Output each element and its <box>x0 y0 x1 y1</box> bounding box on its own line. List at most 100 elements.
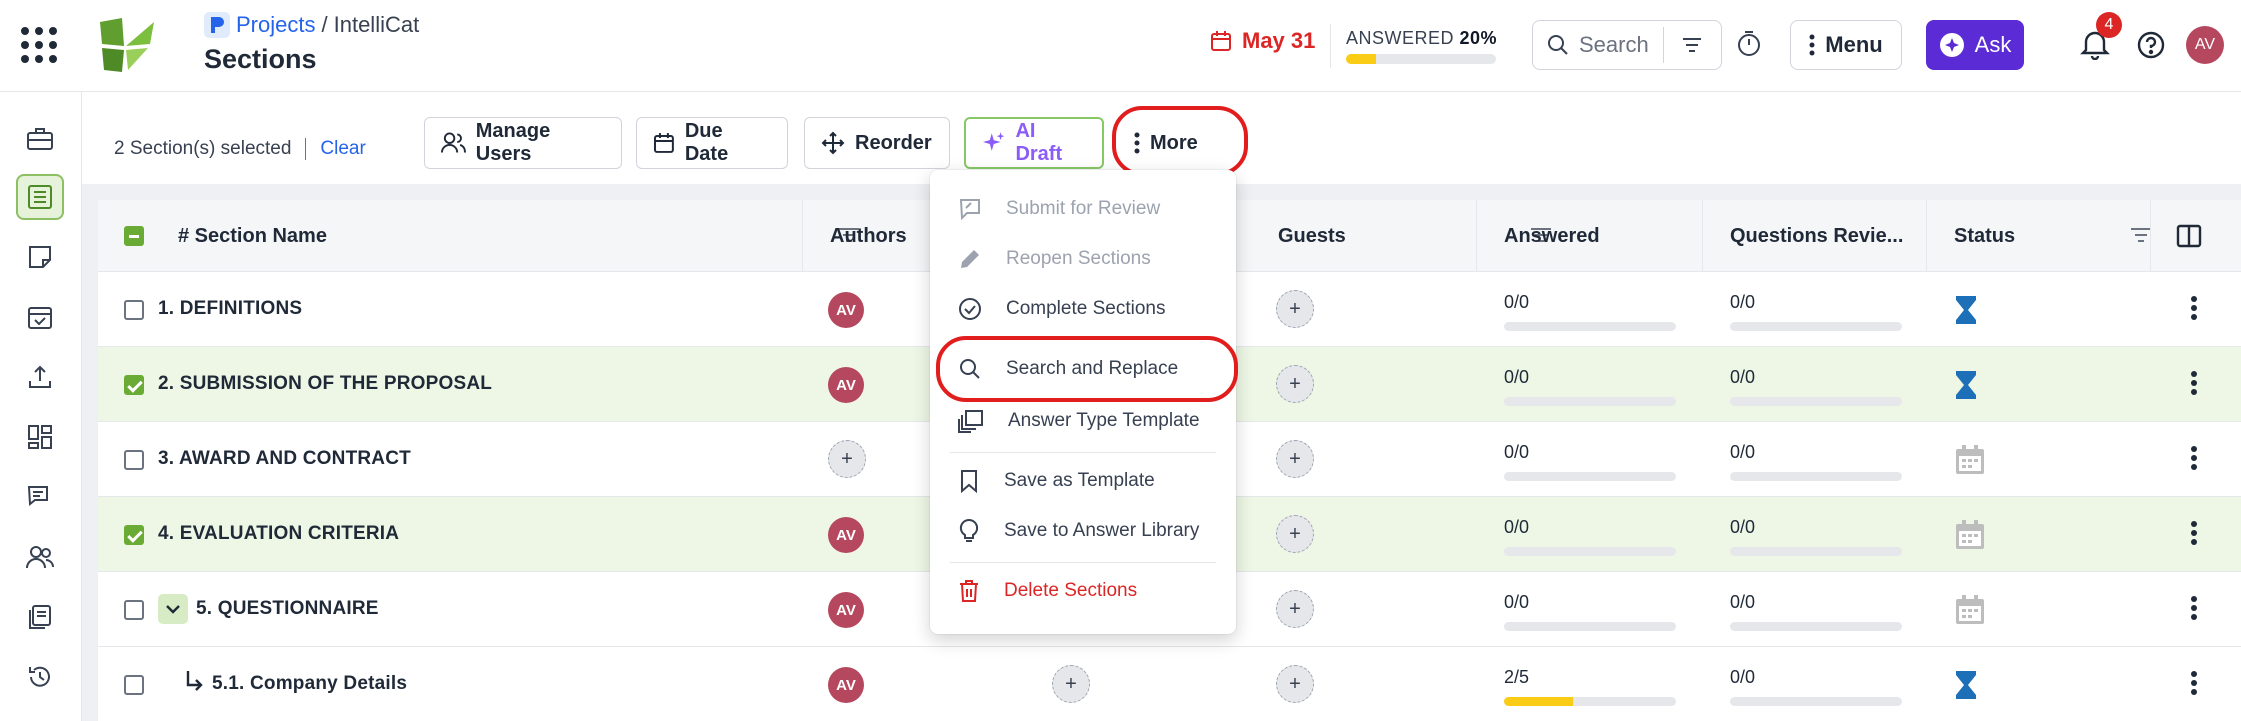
sidebar-item-notes[interactable] <box>16 234 64 280</box>
row-actions-kebab-icon[interactable] <box>2190 594 2198 622</box>
reorder-button[interactable]: Reorder <box>804 117 950 169</box>
section-name[interactable]: 4. EVALUATION CRITERIA <box>158 523 399 545</box>
section-name[interactable]: 1. DEFINITIONS <box>158 298 302 320</box>
menu-item-answer-type-template[interactable]: Answer Type Template <box>930 396 1236 446</box>
user-avatar[interactable]: AV <box>2186 26 2224 64</box>
search-icon <box>1548 35 1568 55</box>
move-arrows-icon <box>821 131 845 155</box>
add-reviewer-button[interactable]: + <box>1052 665 1090 703</box>
filter-icon[interactable] <box>1681 35 1703 55</box>
author-avatar[interactable]: AV <box>828 592 864 628</box>
row-actions-kebab-icon[interactable] <box>2190 519 2198 547</box>
hourglass-status-icon[interactable] <box>1954 294 1978 326</box>
timer-icon[interactable] <box>1736 30 1762 58</box>
row-checkbox[interactable] <box>124 375 144 395</box>
column-status[interactable]: Status <box>1954 200 2176 272</box>
search-divider <box>1663 27 1664 63</box>
add-guest-button[interactable]: + <box>1276 440 1314 478</box>
row-actions-kebab-icon[interactable] <box>2190 444 2198 472</box>
sidebar-item-calendar[interactable] <box>16 294 64 340</box>
add-guest-button[interactable]: + <box>1276 365 1314 403</box>
menu-item-save-as-template[interactable]: Save as Template <box>930 456 1236 506</box>
add-guest-button[interactable]: + <box>1276 515 1314 553</box>
reorder-label: Reorder <box>855 131 932 154</box>
section-name[interactable]: 2. SUBMISSION OF THE PROPOSAL <box>158 373 492 395</box>
menu-item-delete-sections[interactable]: Delete Sections <box>930 566 1236 616</box>
author-avatar[interactable]: AV <box>828 517 864 553</box>
calendar-status-icon[interactable] <box>1954 444 1986 476</box>
section-name[interactable]: 3. AWARD AND CONTRACT <box>158 448 411 470</box>
column-guests-label: Guests <box>1278 224 1346 247</box>
row-checkbox[interactable] <box>124 450 144 470</box>
author-avatar[interactable]: AV <box>828 292 864 328</box>
sidebar-item-sections[interactable] <box>16 174 64 220</box>
add-guest-button[interactable]: + <box>1276 590 1314 628</box>
add-author-button[interactable]: + <box>828 440 866 478</box>
answered-percent: 20% <box>1459 28 1498 48</box>
row-actions-kebab-icon[interactable] <box>2190 669 2198 697</box>
ai-draft-button[interactable]: AI Draft <box>964 117 1104 169</box>
section-name[interactable]: 5. QUESTIONNAIRE <box>196 598 379 620</box>
hourglass-status-icon[interactable] <box>1954 369 1978 401</box>
app-grid-icon[interactable] <box>18 24 58 64</box>
comments-icon <box>27 486 48 506</box>
column-section-name[interactable]: # Section Name <box>178 200 884 272</box>
search-box[interactable] <box>1532 20 1722 70</box>
manage-users-button[interactable]: Manage Users <box>424 117 622 169</box>
section-name[interactable]: 5.1. Company Details <box>212 673 407 695</box>
author-avatar[interactable]: AV <box>828 367 864 403</box>
calendar-status-icon[interactable] <box>1954 519 1986 551</box>
row-checkbox[interactable] <box>124 525 144 545</box>
menu-item-label: Save as Template <box>1004 470 1155 491</box>
calendar-check-icon <box>28 307 52 329</box>
reviewed-count: 0/0 <box>1730 367 1756 387</box>
reviewed-count: 0/0 <box>1730 517 1756 537</box>
select-all-checkbox[interactable] <box>124 226 144 246</box>
menu-item-complete-sections[interactable]: Complete Sections <box>930 284 1236 334</box>
menu-item-save-to-answer-library[interactable]: Save to Answer Library <box>930 506 1236 556</box>
expand-toggle[interactable] <box>158 594 188 624</box>
help-icon[interactable] <box>2136 30 2166 60</box>
add-guest-button[interactable]: + <box>1276 665 1314 703</box>
answered-progress-bar <box>1504 622 1676 631</box>
menu-item-reopen-sections[interactable]: Reopen Sections <box>930 234 1236 284</box>
reviewed-progress-bar <box>1730 622 1902 631</box>
row-checkbox[interactable] <box>124 675 144 695</box>
sidebar-item-users[interactable] <box>16 534 64 580</box>
hourglass-status-icon[interactable] <box>1954 669 1978 701</box>
users-icon <box>26 546 54 569</box>
top-header: Projects / IntelliCat Sections May 31 AN… <box>0 0 2241 92</box>
row-actions-kebab-icon[interactable] <box>2190 369 2198 397</box>
add-guest-button[interactable]: + <box>1276 290 1314 328</box>
ask-button[interactable]: Ask <box>1926 20 2024 70</box>
answered-count: 0/0 <box>1504 367 1530 387</box>
manage-users-label: Manage Users <box>475 120 551 165</box>
row-checkbox[interactable] <box>124 600 144 620</box>
column-answered[interactable]: Answered <box>1504 200 1724 272</box>
clear-selection-link[interactable]: Clear <box>320 138 365 160</box>
column-questions-reviewed[interactable]: Questions Revie... <box>1730 200 1950 272</box>
columns-toggle-icon[interactable] <box>2176 224 2202 248</box>
filter-icon[interactable] <box>2130 226 2152 244</box>
sidebar-item-dashboard[interactable] <box>16 414 64 460</box>
sidebar-item-upload[interactable] <box>16 354 64 400</box>
row-actions-kebab-icon[interactable] <box>2190 294 2198 322</box>
breadcrumb-projects-link[interactable]: Projects <box>236 12 315 38</box>
sidebar-item-comments[interactable] <box>16 474 64 520</box>
answered-count: 0/0 <box>1504 442 1530 462</box>
sidebar-item-history[interactable] <box>16 654 64 700</box>
header-divider <box>1330 24 1331 68</box>
column-divider <box>802 200 803 272</box>
search-input[interactable] <box>1579 32 1679 58</box>
table-row[interactable]: 5.1. Company Details AV + +2/5 0/0 <box>98 647 2241 721</box>
project-icon <box>204 12 230 38</box>
due-date-indicator[interactable]: May 31 <box>1210 28 1315 54</box>
due-date-button[interactable]: Due Date <box>636 117 788 169</box>
calendar-status-icon[interactable] <box>1954 594 1986 626</box>
sidebar-item-briefcase[interactable] <box>16 116 64 162</box>
row-checkbox[interactable] <box>124 300 144 320</box>
sidebar-item-documents[interactable] <box>16 594 64 640</box>
author-avatar[interactable]: AV <box>828 667 864 703</box>
menu-item-submit-for-review[interactable]: Submit for Review <box>930 184 1236 234</box>
menu-button[interactable]: Menu <box>1790 20 1902 70</box>
